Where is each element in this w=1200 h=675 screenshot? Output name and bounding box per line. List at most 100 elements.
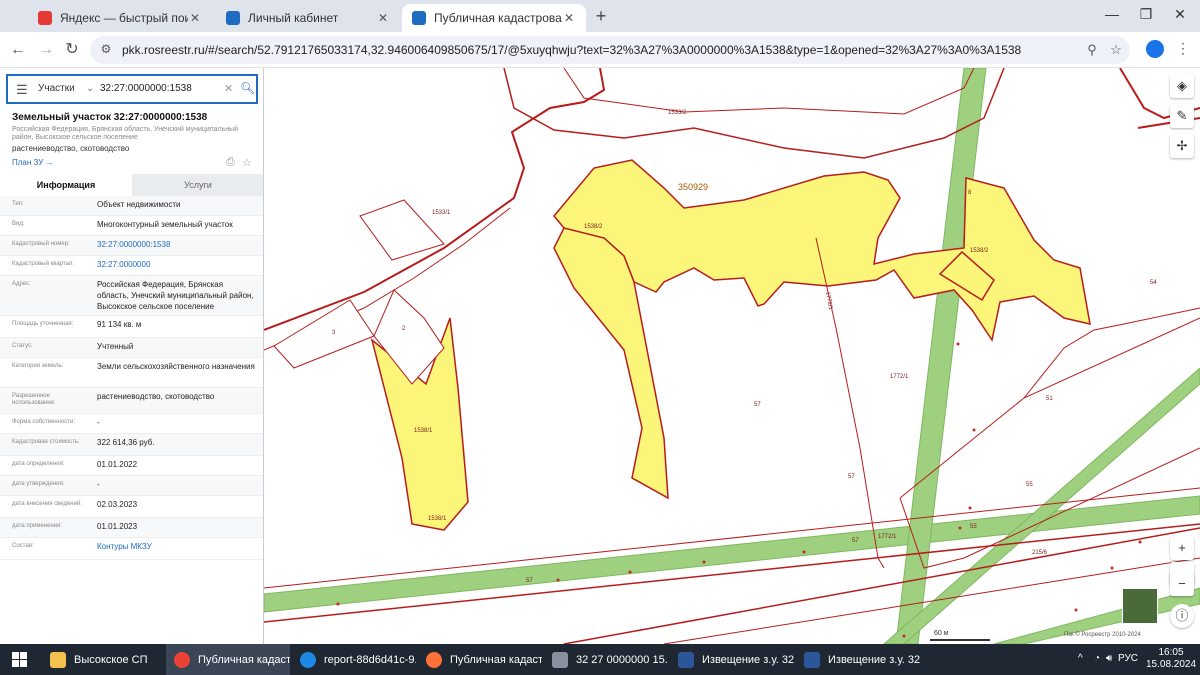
favorite-star-icon[interactable]: ☆ (242, 156, 252, 169)
close-icon[interactable]: ✕ (188, 11, 202, 25)
attribute-row: Вид: Многоконтурный земельный участок (0, 216, 263, 236)
cadastral-map[interactable]: 1533/2 350929 1533/1 1538/2 1538/2 8 3 2 1538/1 1… (264, 68, 1200, 644)
map-label: 1538/2 (584, 224, 603, 230)
search-input[interactable]: 32:27:0000000:1538 (100, 83, 192, 94)
info-icon[interactable]: ⓘ (1170, 604, 1194, 628)
scale-bar (930, 639, 990, 641)
search-type-select[interactable]: Участки (38, 83, 75, 94)
map-label: 350929 (678, 182, 708, 192)
attribute-value: Земли сельскохозяйственного назначения (97, 362, 255, 371)
clear-icon[interactable]: ✕ (224, 82, 233, 95)
taskbar-item-viewer[interactable]: 32 27 0000000 15... (544, 644, 668, 675)
layers-icon[interactable]: ◈ (1170, 74, 1194, 98)
chevron-up-icon[interactable]: ^ (1078, 653, 1083, 664)
image-viewer-icon (552, 651, 568, 668)
map-label: 1538/1 (428, 516, 447, 522)
map-label: 1772/1 (878, 534, 897, 540)
map-label: 57 (526, 578, 533, 584)
parcel-use: растениеводство, скотоводство (12, 144, 130, 153)
taskbar-item-firefox[interactable]: Публичная кадаст... (418, 644, 542, 675)
minimize-icon[interactable]: — (1102, 6, 1122, 22)
boundary-line (1023, 307, 1200, 399)
parcel-1533-1[interactable] (359, 199, 445, 261)
hamburger-icon[interactable]: ☰ (16, 82, 28, 98)
taskbar-item-word-2[interactable]: Извещение з.у. 32 ... (796, 644, 920, 675)
map-label: 55 (1026, 482, 1033, 488)
taskbar-item-chrome[interactable]: Публичная кадаст... (166, 644, 290, 675)
attribute-value[interactable]: 32:27:0000000 (97, 259, 257, 270)
back-icon[interactable]: ← (8, 40, 28, 60)
tab-cabinet[interactable]: Личный кабинет ✕ (216, 4, 400, 32)
attribute-key: Категория земель: (12, 363, 64, 369)
attribute-key: Вид: (12, 221, 25, 227)
attribute-key: Кадастровая стоимость: (12, 439, 80, 445)
map-label: 1538/1 (414, 428, 433, 434)
tab-title: Личный кабинет (248, 11, 339, 25)
bookmark-star-icon[interactable]: ☆ (1108, 42, 1124, 58)
close-icon[interactable]: ✕ (376, 11, 390, 25)
volume-icon[interactable]: 🔊︎ (1106, 653, 1112, 664)
rosreestr-icon (226, 11, 240, 25)
attribute-key: дата применения: (12, 523, 63, 529)
attribute-key: Площадь уточненная: (12, 321, 74, 327)
attribute-key: дата утверждения: (12, 481, 65, 487)
zoom-icon[interactable]: ⚲ (1084, 42, 1100, 58)
map-label: 55 (970, 524, 977, 530)
print-icon[interactable]: ⎙ (226, 156, 235, 169)
chevron-down-icon[interactable]: ⌄ (86, 83, 94, 94)
address-bar[interactable]: ⚙ pkk.rosreestr.ru/#/search/52.791217650… (90, 36, 1130, 64)
locate-icon[interactable]: ✢ (1170, 134, 1194, 158)
boundary-line (563, 68, 975, 115)
attribute-value[interactable]: Контуры МКЗУ (97, 541, 257, 552)
language-indicator[interactable]: РУС (1118, 653, 1138, 664)
copyright: Пкк © Росреестр 2010-2024 (1064, 632, 1141, 638)
panel-tabs: Информация Услуги (0, 174, 263, 196)
chrome-icon (174, 651, 190, 668)
close-window-icon[interactable]: ✕ (1170, 6, 1190, 23)
attribute-value: растениеводство, скотоводство (97, 392, 215, 401)
tab-information[interactable]: Информация (0, 174, 132, 196)
tab-cadastral-map[interactable]: Публичная кадастровая карта ✕ (402, 4, 586, 32)
clock-date: 15.08.2024 (1146, 659, 1197, 670)
attribute-key: Кадастровый квартал: (12, 261, 75, 267)
taskbar-item-word-1[interactable]: Извещение з.у. 32 ... (670, 644, 794, 675)
attribute-row: Категория земель: Земли сельскохозяйствен… (0, 358, 263, 388)
tab-services[interactable]: Услуги (132, 174, 263, 196)
new-tab-button[interactable]: + (592, 6, 610, 26)
windows-start-icon[interactable] (12, 652, 27, 667)
attribute-key: Адрес: (12, 281, 31, 287)
zoom-out-button[interactable]: − (1170, 572, 1194, 596)
zoom-in-button[interactable]: + (1170, 536, 1194, 560)
menu-kebab-icon[interactable]: ⋮ (1176, 40, 1190, 57)
attribute-value[interactable]: 32:27:0000000:1538 (97, 239, 257, 250)
yandex-icon (38, 11, 52, 25)
search-icon[interactable]: 🔍︎ (240, 81, 255, 95)
forward-icon[interactable]: → (36, 40, 56, 60)
search-bar[interactable]: ☰ Участки ⌄ 32:27:0000000:1538 ✕ 🔍︎ (6, 74, 258, 104)
taskbar-item-explorer[interactable]: Высокское СП (44, 644, 164, 675)
taskbar-label: Высокское СП (74, 653, 148, 666)
attribute-key: дата внесения сведений: (12, 501, 82, 507)
word-icon (678, 651, 694, 668)
attribute-row: Адрес: Российская Федерация, Брянская обл… (0, 276, 263, 316)
minimap[interactable] (1122, 588, 1158, 624)
taskbar-item-edge[interactable]: report-88d6d41c-9... (292, 644, 416, 675)
network-icon[interactable]: ◔ (1094, 653, 1100, 664)
taskbar-label: Публичная кадаст... (450, 653, 542, 666)
parcel-title: Земельный участок 32:27:0000000:1538 (12, 112, 208, 123)
reload-icon[interactable]: ↻ (62, 40, 82, 60)
tab-yandex[interactable]: Яндекс — быстрый поиск в и ✕ (28, 4, 212, 32)
clock-time: 16:05 (1158, 647, 1184, 658)
maximize-icon[interactable]: ❐ (1136, 6, 1156, 23)
clock[interactable]: 16:05 15.08.2024 (1146, 647, 1196, 671)
plan-zu-link[interactable]: План ЗУ → (12, 158, 54, 167)
road-strip (895, 68, 987, 644)
url-text[interactable]: pkk.rosreestr.ru/#/search/52.79121765033… (122, 43, 1021, 57)
taskbar-label: 32 27 0000000 15... (576, 653, 668, 666)
ruler-icon[interactable]: ✎ (1170, 104, 1194, 128)
site-settings-icon[interactable]: ⚙ (98, 42, 114, 58)
map-label: 1533/1 (432, 210, 451, 216)
profile-avatar[interactable] (1146, 40, 1164, 58)
map-canvas[interactable]: 1533/23509291533/11538/21538/28321538/11… (264, 68, 1200, 644)
close-icon[interactable]: ✕ (562, 11, 576, 25)
